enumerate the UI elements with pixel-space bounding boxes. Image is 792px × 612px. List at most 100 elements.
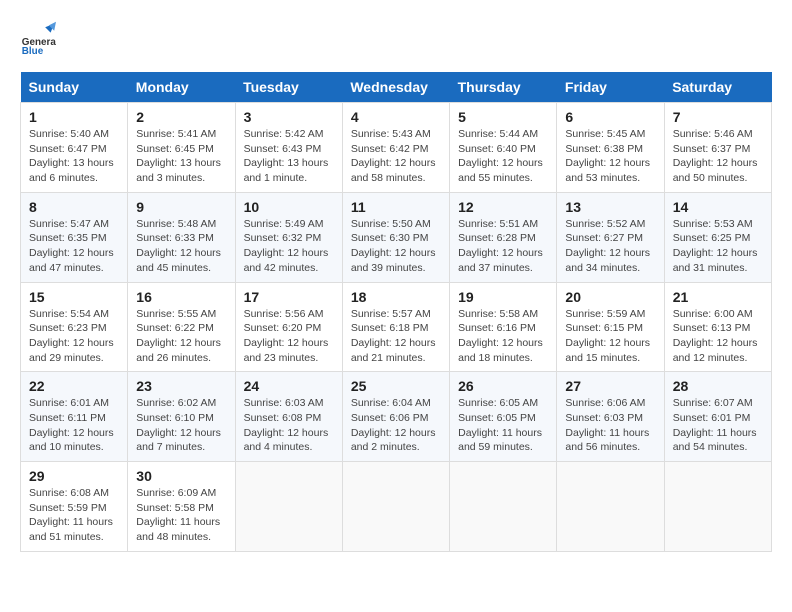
day-info: Sunrise: 5:59 AM Sunset: 6:15 PM Dayligh… <box>565 307 655 366</box>
day-number: 25 <box>351 378 441 394</box>
logo: General Blue <box>20 20 62 56</box>
col-header-friday: Friday <box>557 72 664 103</box>
day-number: 11 <box>351 199 441 215</box>
calendar-cell: 2 Sunrise: 5:41 AM Sunset: 6:45 PM Dayli… <box>128 103 235 193</box>
day-number: 26 <box>458 378 548 394</box>
calendar-cell: 9 Sunrise: 5:48 AM Sunset: 6:33 PM Dayli… <box>128 192 235 282</box>
calendar-cell: 16 Sunrise: 5:55 AM Sunset: 6:22 PM Dayl… <box>128 282 235 372</box>
day-number: 12 <box>458 199 548 215</box>
day-number: 6 <box>565 109 655 125</box>
calendar-cell: 18 Sunrise: 5:57 AM Sunset: 6:18 PM Dayl… <box>342 282 449 372</box>
calendar-cell: 21 Sunrise: 6:00 AM Sunset: 6:13 PM Dayl… <box>664 282 771 372</box>
calendar-week-row: 29 Sunrise: 6:08 AM Sunset: 5:59 PM Dayl… <box>21 462 772 552</box>
day-number: 8 <box>29 199 119 215</box>
svg-text:Blue: Blue <box>22 46 44 56</box>
calendar-week-row: 22 Sunrise: 6:01 AM Sunset: 6:11 PM Dayl… <box>21 372 772 462</box>
day-info: Sunrise: 5:53 AM Sunset: 6:25 PM Dayligh… <box>673 217 763 276</box>
calendar-cell <box>557 462 664 552</box>
day-info: Sunrise: 5:55 AM Sunset: 6:22 PM Dayligh… <box>136 307 226 366</box>
calendar-cell: 11 Sunrise: 5:50 AM Sunset: 6:30 PM Dayl… <box>342 192 449 282</box>
calendar-table: SundayMondayTuesdayWednesdayThursdayFrid… <box>20 72 772 552</box>
day-info: Sunrise: 5:52 AM Sunset: 6:27 PM Dayligh… <box>565 217 655 276</box>
day-info: Sunrise: 6:09 AM Sunset: 5:58 PM Dayligh… <box>136 486 226 545</box>
day-info: Sunrise: 5:58 AM Sunset: 6:16 PM Dayligh… <box>458 307 548 366</box>
calendar-cell: 7 Sunrise: 5:46 AM Sunset: 6:37 PM Dayli… <box>664 103 771 193</box>
day-info: Sunrise: 6:05 AM Sunset: 6:05 PM Dayligh… <box>458 396 548 455</box>
calendar-cell: 30 Sunrise: 6:09 AM Sunset: 5:58 PM Dayl… <box>128 462 235 552</box>
day-info: Sunrise: 5:56 AM Sunset: 6:20 PM Dayligh… <box>244 307 334 366</box>
day-number: 14 <box>673 199 763 215</box>
day-info: Sunrise: 6:08 AM Sunset: 5:59 PM Dayligh… <box>29 486 119 545</box>
day-number: 3 <box>244 109 334 125</box>
day-info: Sunrise: 6:02 AM Sunset: 6:10 PM Dayligh… <box>136 396 226 455</box>
day-number: 16 <box>136 289 226 305</box>
day-info: Sunrise: 5:54 AM Sunset: 6:23 PM Dayligh… <box>29 307 119 366</box>
day-number: 24 <box>244 378 334 394</box>
day-info: Sunrise: 5:57 AM Sunset: 6:18 PM Dayligh… <box>351 307 441 366</box>
calendar-cell: 13 Sunrise: 5:52 AM Sunset: 6:27 PM Dayl… <box>557 192 664 282</box>
col-header-monday: Monday <box>128 72 235 103</box>
calendar-week-row: 15 Sunrise: 5:54 AM Sunset: 6:23 PM Dayl… <box>21 282 772 372</box>
calendar-cell: 22 Sunrise: 6:01 AM Sunset: 6:11 PM Dayl… <box>21 372 128 462</box>
calendar-cell: 3 Sunrise: 5:42 AM Sunset: 6:43 PM Dayli… <box>235 103 342 193</box>
day-number: 27 <box>565 378 655 394</box>
day-number: 18 <box>351 289 441 305</box>
day-info: Sunrise: 6:06 AM Sunset: 6:03 PM Dayligh… <box>565 396 655 455</box>
day-info: Sunrise: 5:50 AM Sunset: 6:30 PM Dayligh… <box>351 217 441 276</box>
day-info: Sunrise: 6:04 AM Sunset: 6:06 PM Dayligh… <box>351 396 441 455</box>
calendar-cell: 23 Sunrise: 6:02 AM Sunset: 6:10 PM Dayl… <box>128 372 235 462</box>
day-number: 2 <box>136 109 226 125</box>
col-header-sunday: Sunday <box>21 72 128 103</box>
day-number: 30 <box>136 468 226 484</box>
day-number: 10 <box>244 199 334 215</box>
day-number: 4 <box>351 109 441 125</box>
day-info: Sunrise: 5:42 AM Sunset: 6:43 PM Dayligh… <box>244 127 334 186</box>
calendar-cell: 28 Sunrise: 6:07 AM Sunset: 6:01 PM Dayl… <box>664 372 771 462</box>
day-number: 17 <box>244 289 334 305</box>
calendar-cell: 17 Sunrise: 5:56 AM Sunset: 6:20 PM Dayl… <box>235 282 342 372</box>
page-header: General Blue <box>20 20 772 56</box>
col-header-wednesday: Wednesday <box>342 72 449 103</box>
calendar-cell: 27 Sunrise: 6:06 AM Sunset: 6:03 PM Dayl… <box>557 372 664 462</box>
day-info: Sunrise: 5:45 AM Sunset: 6:38 PM Dayligh… <box>565 127 655 186</box>
logo-icon: General Blue <box>20 20 56 56</box>
day-number: 29 <box>29 468 119 484</box>
day-info: Sunrise: 5:46 AM Sunset: 6:37 PM Dayligh… <box>673 127 763 186</box>
day-number: 9 <box>136 199 226 215</box>
calendar-cell: 1 Sunrise: 5:40 AM Sunset: 6:47 PM Dayli… <box>21 103 128 193</box>
day-number: 13 <box>565 199 655 215</box>
day-number: 20 <box>565 289 655 305</box>
day-info: Sunrise: 5:49 AM Sunset: 6:32 PM Dayligh… <box>244 217 334 276</box>
calendar-cell <box>235 462 342 552</box>
calendar-cell <box>342 462 449 552</box>
calendar-cell: 19 Sunrise: 5:58 AM Sunset: 6:16 PM Dayl… <box>450 282 557 372</box>
day-number: 19 <box>458 289 548 305</box>
day-info: Sunrise: 6:00 AM Sunset: 6:13 PM Dayligh… <box>673 307 763 366</box>
day-number: 28 <box>673 378 763 394</box>
calendar-cell: 20 Sunrise: 5:59 AM Sunset: 6:15 PM Dayl… <box>557 282 664 372</box>
col-header-tuesday: Tuesday <box>235 72 342 103</box>
day-info: Sunrise: 5:51 AM Sunset: 6:28 PM Dayligh… <box>458 217 548 276</box>
day-info: Sunrise: 5:48 AM Sunset: 6:33 PM Dayligh… <box>136 217 226 276</box>
calendar-cell: 26 Sunrise: 6:05 AM Sunset: 6:05 PM Dayl… <box>450 372 557 462</box>
day-info: Sunrise: 6:07 AM Sunset: 6:01 PM Dayligh… <box>673 396 763 455</box>
day-number: 21 <box>673 289 763 305</box>
day-number: 23 <box>136 378 226 394</box>
calendar-cell: 8 Sunrise: 5:47 AM Sunset: 6:35 PM Dayli… <box>21 192 128 282</box>
day-number: 7 <box>673 109 763 125</box>
day-number: 5 <box>458 109 548 125</box>
calendar-cell: 10 Sunrise: 5:49 AM Sunset: 6:32 PM Dayl… <box>235 192 342 282</box>
calendar-cell: 5 Sunrise: 5:44 AM Sunset: 6:40 PM Dayli… <box>450 103 557 193</box>
day-info: Sunrise: 5:47 AM Sunset: 6:35 PM Dayligh… <box>29 217 119 276</box>
calendar-cell: 14 Sunrise: 5:53 AM Sunset: 6:25 PM Dayl… <box>664 192 771 282</box>
calendar-cell: 25 Sunrise: 6:04 AM Sunset: 6:06 PM Dayl… <box>342 372 449 462</box>
day-info: Sunrise: 6:01 AM Sunset: 6:11 PM Dayligh… <box>29 396 119 455</box>
calendar-cell: 12 Sunrise: 5:51 AM Sunset: 6:28 PM Dayl… <box>450 192 557 282</box>
day-number: 1 <box>29 109 119 125</box>
day-info: Sunrise: 5:41 AM Sunset: 6:45 PM Dayligh… <box>136 127 226 186</box>
calendar-cell <box>664 462 771 552</box>
day-number: 22 <box>29 378 119 394</box>
col-header-saturday: Saturday <box>664 72 771 103</box>
calendar-cell: 29 Sunrise: 6:08 AM Sunset: 5:59 PM Dayl… <box>21 462 128 552</box>
calendar-week-row: 1 Sunrise: 5:40 AM Sunset: 6:47 PM Dayli… <box>21 103 772 193</box>
